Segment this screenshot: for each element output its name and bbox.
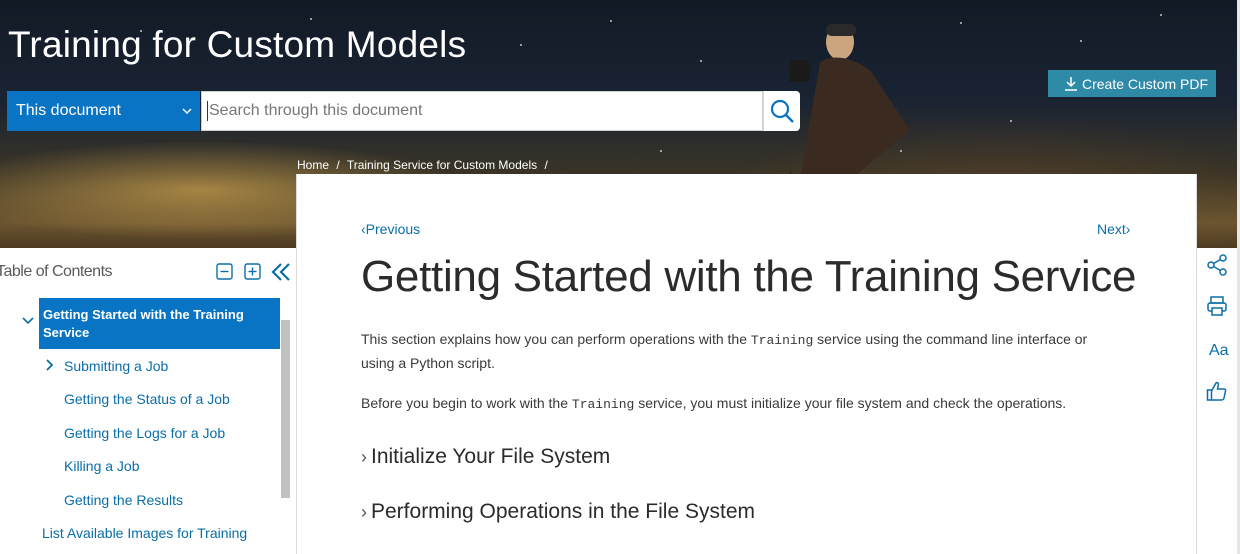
toc-item-logs-for-a-job[interactable]: Getting the Logs for a Job — [64, 425, 225, 441]
next-link[interactable]: Next› — [1097, 221, 1130, 237]
breadcrumb-home[interactable]: Home — [297, 158, 329, 172]
section-title: Initialize Your File System — [371, 445, 611, 468]
font-size-toggle[interactable]: Aa — [1209, 342, 1229, 360]
breadcrumb-separator: / — [336, 158, 340, 172]
search-scope-label: This document — [16, 102, 121, 119]
section-performing-operations[interactable]: › Performing Operations in the File Syste… — [361, 500, 755, 524]
expand-all-icon[interactable] — [244, 263, 261, 280]
section-initialize-file-system[interactable]: › Initialize Your File System — [361, 445, 610, 469]
collapse-sidebar-icon[interactable] — [270, 261, 292, 283]
toc-item-submitting-a-job[interactable]: Submitting a Job — [64, 358, 168, 374]
breadcrumb: Home / Training Service for Custom Model… — [297, 158, 552, 172]
search-scope-select[interactable]: This document — [7, 91, 200, 131]
collapse-all-icon[interactable] — [216, 263, 233, 280]
toc-item-getting-the-results[interactable]: Getting the Results — [64, 492, 183, 508]
text-cursor — [207, 101, 208, 121]
toc-item-killing-a-job[interactable]: Killing a Job — [64, 458, 140, 474]
toc-item-list-available-images[interactable]: List Available Images for Training — [42, 525, 247, 541]
print-icon[interactable] — [1206, 295, 1228, 317]
inline-code: Training — [750, 333, 814, 348]
create-custom-pdf-button[interactable]: Create Custom PDF — [1048, 70, 1216, 97]
next-label: Next — [1097, 221, 1126, 237]
toc-item-getting-started[interactable]: Getting Started with the Training Servic… — [39, 298, 280, 349]
prereq-paragraph: Before you begin to work with the Traini… — [361, 392, 1121, 416]
document-title: Training for Custom Models — [8, 24, 467, 65]
search-button[interactable] — [763, 91, 800, 131]
intro-text: This section explains how you can perfor… — [361, 331, 751, 347]
inline-code: Training — [571, 397, 635, 412]
thumbs-up-icon[interactable] — [1206, 380, 1228, 402]
breadcrumb-training-service[interactable]: Training Service for Custom Models — [347, 158, 537, 172]
previous-link[interactable]: ‹Previous — [361, 221, 420, 237]
photographer-image — [790, 24, 910, 180]
toc-item-status-of-a-job[interactable]: Getting the Status of a Job — [64, 391, 230, 407]
toc-title: Table of Contents — [0, 263, 113, 280]
section-title: Performing Operations in the File System — [371, 500, 755, 523]
prereq-text: service, you must initialize your file s… — [634, 395, 1067, 411]
create-custom-pdf-label: Create Custom PDF — [1082, 76, 1209, 92]
search-input[interactable] — [202, 92, 762, 130]
table-of-contents: Table of Contents Getting Started with t… — [0, 248, 296, 554]
search-box[interactable] — [201, 91, 763, 131]
intro-paragraph: This section explains how you can perfor… — [361, 328, 1121, 374]
chevron-right-icon: › — [361, 502, 367, 522]
page-title: Getting Started with the Training Servic… — [361, 252, 1137, 301]
chevron-down-icon[interactable] — [22, 316, 34, 326]
chevron-right-icon: › — [1125, 221, 1131, 237]
content-card: ‹Previous Next› Getting Started with the… — [296, 174, 1197, 554]
breadcrumb-separator: / — [544, 158, 548, 172]
share-icon[interactable] — [1206, 254, 1228, 276]
chevron-right-icon[interactable] — [45, 359, 54, 371]
toc-scrollbar[interactable] — [281, 320, 290, 498]
download-icon — [1065, 77, 1077, 91]
search-icon — [770, 99, 794, 123]
previous-label: Previous — [365, 221, 421, 237]
chevron-right-icon: › — [361, 447, 367, 467]
prereq-text: Before you begin to work with the — [361, 395, 572, 411]
chevron-down-icon — [182, 108, 192, 115]
